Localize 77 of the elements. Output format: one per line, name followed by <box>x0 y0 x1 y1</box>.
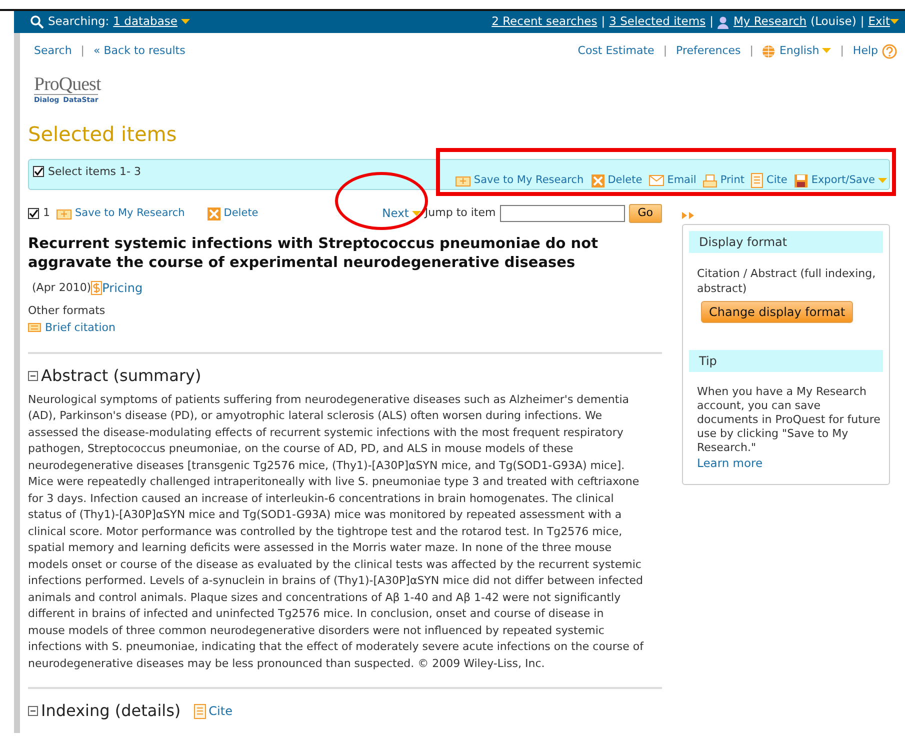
nav-link[interactable]: Search <box>34 43 72 60</box>
item-title: Recurrent systemic infections with Streptococcus pneumoniae do not aggravate the course of experimental neurodegenerative diseases <box>28 235 599 273</box>
display-format-text: Citation / Abstract (full indexing, abstract) <box>696 266 877 296</box>
nav-link[interactable]: « Back to results <box>94 43 186 60</box>
document-icon <box>751 173 764 188</box>
brief-citation-link[interactable]: Brief citation <box>28 320 116 336</box>
delete-link[interactable]: Delete <box>206 206 258 222</box>
checkmark-icon <box>29 209 38 218</box>
jump-label: Jump to item <box>424 205 496 222</box>
globe-icon <box>762 44 776 58</box>
delete-icon <box>206 206 221 220</box>
select-label: Select items 1- 3 <box>48 164 141 180</box>
top-link[interactable]: 3 Selected items <box>609 13 706 31</box>
checkmark-icon <box>34 167 43 176</box>
tip-text: When you have a My Research account, you can save documents in ProQuest for future use by clicking "Save to My Research." <box>696 384 882 454</box>
page-title: Selected items <box>28 121 178 148</box>
save-link[interactable]: Save to My Research <box>56 206 185 222</box>
panel-heading: Display format <box>689 230 883 252</box>
other-formats-label: Other formats <box>28 303 106 319</box>
section-heading: Indexing (details) <box>41 700 181 722</box>
dollar-icon <box>91 281 102 295</box>
printer-icon <box>703 174 718 188</box>
separator: | <box>663 43 668 59</box>
panel-heading: Tip <box>689 350 883 372</box>
document-icon <box>194 704 206 719</box>
help-icon <box>882 44 897 59</box>
help-link[interactable]: Help <box>852 43 878 60</box>
search-label: Searching: <box>48 13 110 30</box>
nav-link[interactable]: Cost Estimate <box>578 43 654 60</box>
print-link[interactable]: Print <box>703 172 744 188</box>
export-link[interactable]: Export/Save <box>794 172 887 188</box>
envelope-icon <box>649 175 664 186</box>
jump-field[interactable] <box>500 205 625 222</box>
separator: | <box>80 43 85 59</box>
section-heading: Abstract (summary) <box>41 364 202 387</box>
change-format-button[interactable]: Change display format <box>701 300 854 322</box>
language-link[interactable]: English <box>779 43 820 60</box>
pricing-link[interactable]: Pricing <box>102 279 143 297</box>
citation-icon <box>28 323 41 332</box>
email-link[interactable]: Email <box>649 172 696 188</box>
caret-icon <box>822 48 832 54</box>
exit-link[interactable]: Exit <box>868 13 890 31</box>
abstract-text: Neurological symptoms of patients suffering from neurodegenerative diseases such as Alzheimer's dementia (AD), Parkinson's disease (PD), or amyotrophic lateral sclerosis (ALS) often worsen during infections. We assessed the disease-modulating effects of recurrent systemic infections with the most frequent respiratory pathogen, Streptococcus pneumoniae, on the course of AD, PD, and ALS in mouse models of these neurodegenerative diseases [transgenic Tg2576 mice, (Thy1)-[A30P]αSYN mice, and Tg(SOD1-G93A) mice]. Mice were repeatedly challenged intraperitoneally with live S. pneumoniae type 3 and treated with ceftriaxone for 3 days. Infection caused an increase of interleukin-6 concentrations in brain homogenates. The clinical status of (Thy1)-[A30P]αSYN mice and Tg(SOD1-G93A) mice was monitored by repeated assessment with a clinical score. Motor performance was controlled by the tightrope test and the rotarod test. In Tg2576 mice, spatial memory and learning deficits were assessed in the Morris water maze. In none of the three mouse models onset or course of the disease as evaluated by the clinical tests was affected by the recurrent systemic infections performed. Levels of a-synuclein in brains of (Thy1)-[A30P]αSYN mice did not differ between infected animals and control animals. Plaque sizes and concentrations of Aβ 1-40 and Aβ 1-42 were not significantly different in brains of infected and uninfected Tg2576 mice. In conclusion, onset and course of disease in mouse models of three common neurodegenerative disorders were not influenced by repeated systemic infections with S. pneumoniae, indicating that the effect of moderately severe acute infections on the course of neurodegenerative diseases may be less pronounced than suspected. © 2009 Wiley-Liss, Inc. <box>28 392 644 672</box>
logo-text: ProQuest <box>34 76 101 94</box>
separator: | <box>840 43 844 59</box>
go-button[interactable]: Go <box>628 204 662 223</box>
collapse-icon[interactable] <box>28 706 38 716</box>
caret-icon <box>878 178 887 184</box>
separator: | <box>860 13 864 30</box>
caret-icon <box>181 19 190 25</box>
delete-icon <box>590 174 605 188</box>
separator: | <box>710 13 714 30</box>
user-icon <box>717 16 730 28</box>
cite-link[interactable]: Cite <box>194 702 232 720</box>
user-name: (Louise) <box>810 13 856 30</box>
caret-icon <box>890 19 899 25</box>
nav-link[interactable]: Preferences <box>676 43 741 60</box>
folder-icon <box>454 174 471 187</box>
save-link[interactable]: Save to My Research <box>454 172 584 188</box>
top-link[interactable]: 2 Recent searches <box>492 13 598 31</box>
collapse-icon[interactable] <box>28 370 38 381</box>
caret-icon <box>412 210 421 216</box>
database-link[interactable]: 1 database <box>113 13 178 31</box>
my-research-link[interactable]: My Research <box>733 13 807 31</box>
separator: | <box>750 43 754 59</box>
item-number: 1 <box>43 205 50 222</box>
publication-date: (Apr 2010) <box>32 280 92 296</box>
cite-link[interactable]: Cite <box>751 172 788 188</box>
double-arrow-icon <box>682 212 696 220</box>
learn-more-link[interactable]: Learn more <box>697 456 763 470</box>
checkbox[interactable] <box>28 208 39 219</box>
delete-link[interactable]: Delete <box>590 172 642 188</box>
search-icon <box>30 15 44 29</box>
next-link[interactable]: Next <box>382 204 421 222</box>
folder-icon <box>56 207 72 220</box>
separator: | <box>601 13 606 30</box>
checkbox[interactable] <box>33 166 44 177</box>
